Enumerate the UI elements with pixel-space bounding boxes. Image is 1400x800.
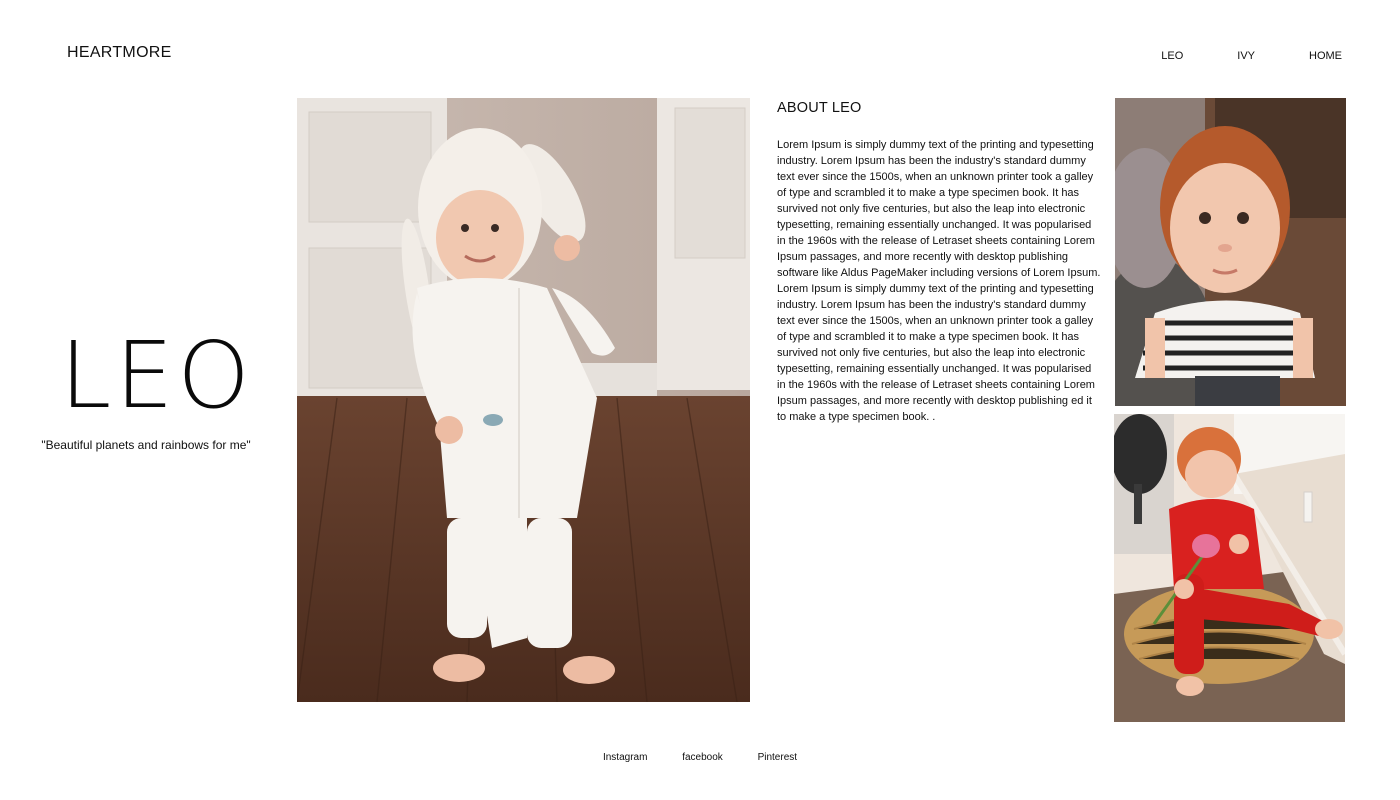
instagram-link[interactable]: Instagram [603,752,647,763]
nav-link-leo[interactable]: LEO [1161,50,1183,62]
site-logo[interactable]: HEARTMORE [67,44,172,62]
main-photo [297,98,750,702]
about-title: ABOUT LEO [777,100,862,116]
about-body-text: Lorem Ipsum is simply dummy text of the … [777,139,1101,423]
footer: Instagram facebook Pinterest [0,752,1400,763]
nav-link-ivy[interactable]: IVY [1237,50,1255,62]
hero-quote: "Beautiful planets and rainbows for me" [41,438,251,452]
pinterest-link[interactable]: Pinterest [758,752,797,763]
red-outfit-photo [1114,414,1345,722]
striped-shirt-photo [1115,98,1346,406]
hero-title: LEO [60,322,254,429]
nav-link-home[interactable]: HOME [1309,50,1342,62]
main-nav: LEO IVY HOME [1107,50,1342,62]
facebook-link[interactable]: facebook [682,752,723,763]
